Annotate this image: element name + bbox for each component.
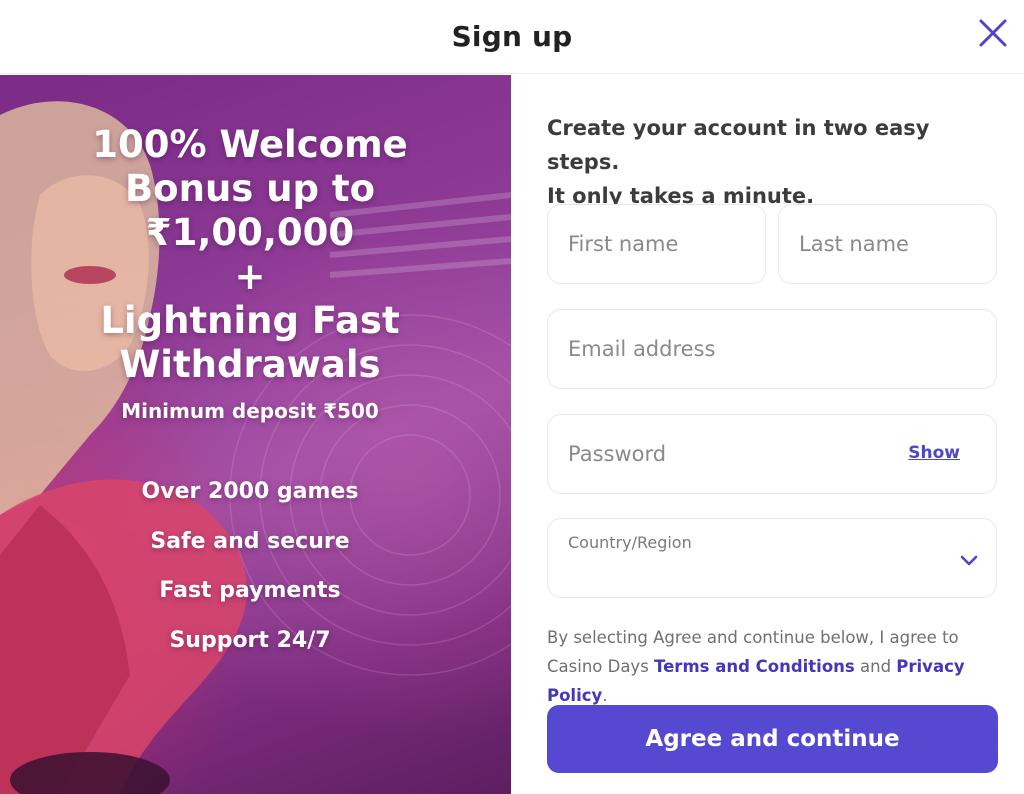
agree-continue-label: Agree and continue <box>645 726 900 752</box>
email-field[interactable]: Email address <box>547 309 997 389</box>
password-field[interactable]: Password Show <box>547 414 997 494</box>
show-password-link[interactable]: Show <box>908 443 960 463</box>
country-region-select[interactable]: Country/Region <box>547 518 997 598</box>
feature-item: Support 24/7 <box>169 627 331 653</box>
modal-header: Sign up <box>0 0 1024 74</box>
promo-panel: 100% Welcome Bonus up to ₹1,00,000 + Lig… <box>0 75 511 794</box>
intro-line: Create your account in two easy steps. <box>547 116 930 174</box>
chevron-down-icon <box>960 555 978 566</box>
feature-item: Safe and secure <box>150 528 350 554</box>
feature-item: Fast payments <box>159 578 341 603</box>
headline-line: Withdrawals <box>119 343 381 386</box>
feature-list: Over 2000 games Safe and secure Fast pay… <box>0 475 500 673</box>
form-intro: Create your account in two easy steps. I… <box>547 111 1007 213</box>
headline-line: Bonus up to <box>124 167 376 210</box>
headline-line: 100% Welcome <box>92 123 408 166</box>
min-deposit-text: Minimum deposit ₹500 <box>121 399 379 423</box>
close-button[interactable] <box>976 16 1010 50</box>
terms-link[interactable]: Terms and Conditions <box>654 657 855 676</box>
legal-middle: and <box>854 657 897 676</box>
headline-line: Lightning Fast <box>100 299 400 342</box>
country-region-label: Country/Region <box>568 533 692 552</box>
promo-text: 100% Welcome Bonus up to ₹1,00,000 + Lig… <box>0 123 500 673</box>
promo-headline: 100% Welcome Bonus up to ₹1,00,000 + Lig… <box>0 123 500 387</box>
feature-item: Over 2000 games <box>141 479 359 504</box>
password-placeholder: Password <box>568 442 667 466</box>
signup-form: Create your account in two easy steps. I… <box>512 75 1024 794</box>
headline-line: ₹1,00,000 <box>145 211 355 254</box>
legal-text: By selecting Agree and continue below, I… <box>547 623 1007 710</box>
agree-continue-button[interactable]: Agree and continue <box>547 705 998 773</box>
last-name-placeholder: Last name <box>799 232 909 256</box>
email-placeholder: Email address <box>568 337 716 361</box>
close-icon <box>979 19 1007 47</box>
headline-line: + <box>234 255 266 298</box>
first-name-field[interactable]: First name <box>547 204 766 284</box>
first-name-placeholder: First name <box>568 232 679 256</box>
legal-suffix: . <box>602 686 608 705</box>
modal-title: Sign up <box>451 20 573 53</box>
last-name-field[interactable]: Last name <box>778 204 997 284</box>
